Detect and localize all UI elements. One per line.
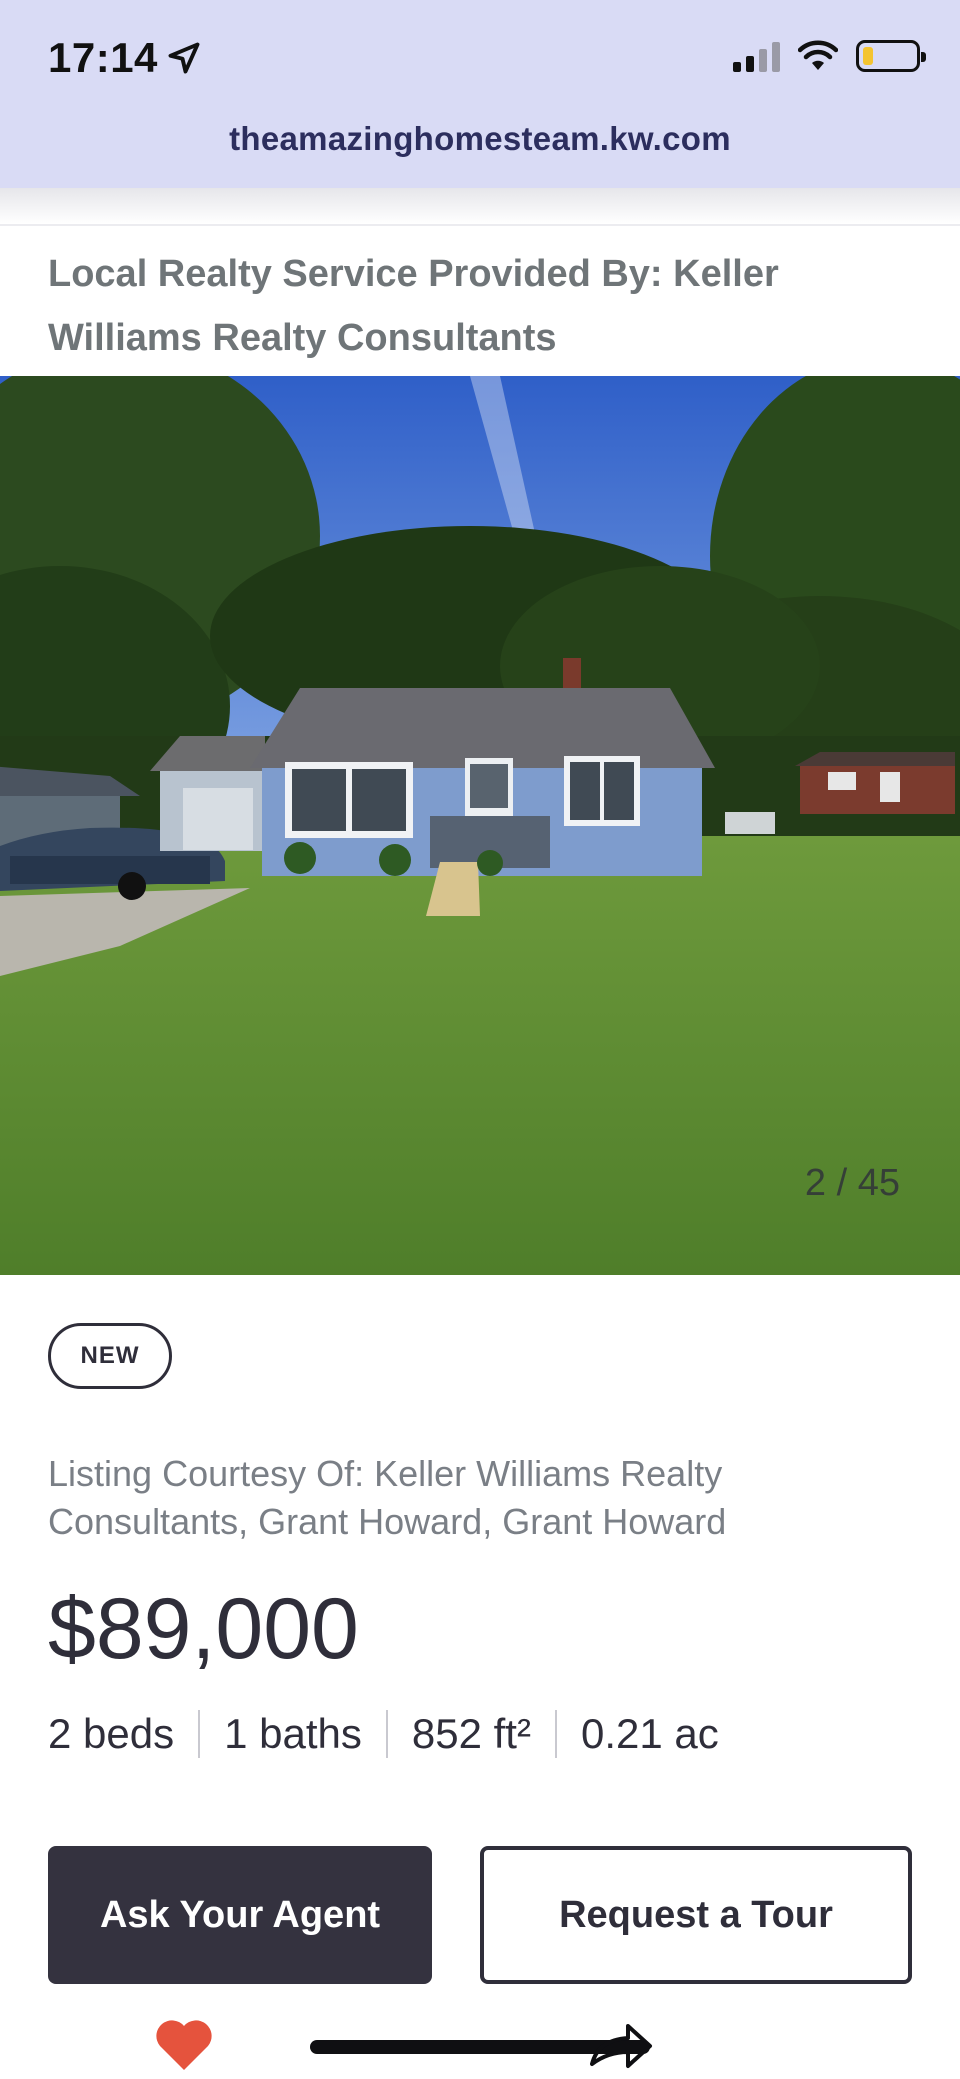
- browser-top-bar: 17:14 theamazinghomesteam.kw.com: [0, 0, 960, 188]
- baths-count: 1 baths: [198, 1710, 386, 1758]
- square-footage: 852 ft²: [385, 1710, 555, 1758]
- request-tour-button[interactable]: Request a Tour: [480, 1846, 912, 1984]
- new-badge: NEW: [48, 1323, 172, 1389]
- lot-acreage: 0.21 ac: [554, 1710, 743, 1758]
- service-provider-text: Local Realty Service Provided By: Keller…: [48, 253, 779, 359]
- address-bar-url[interactable]: theamazinghomesteam.kw.com: [0, 120, 960, 158]
- battery-fill: [863, 47, 873, 65]
- ask-agent-button[interactable]: Ask Your Agent: [48, 1846, 432, 1984]
- status-icons: [733, 40, 926, 72]
- status-time: 17:14: [48, 34, 202, 82]
- page-top-divider: [0, 188, 960, 226]
- wifi-icon: [798, 40, 838, 70]
- location-arrow-icon: [168, 42, 200, 74]
- photo-counter: 2 / 45: [804, 1162, 900, 1204]
- listing-price: $89,000: [48, 1581, 359, 1677]
- listing-specs: 2 beds 1 baths 852 ft² 0.21 ac: [48, 1710, 743, 1758]
- beds-count: 2 beds: [48, 1710, 175, 1757]
- listing-courtesy: Listing Courtesy Of: Keller Williams Rea…: [48, 1453, 727, 1542]
- clock-text: 17:14: [48, 34, 158, 81]
- battery-icon: [856, 40, 926, 72]
- heart-icon[interactable]: [152, 2014, 216, 2074]
- signal-icon: [733, 40, 780, 72]
- share-icon[interactable]: [588, 2020, 654, 2072]
- house-photo-illustration: [0, 376, 960, 1275]
- listing-photo[interactable]: [0, 376, 960, 1275]
